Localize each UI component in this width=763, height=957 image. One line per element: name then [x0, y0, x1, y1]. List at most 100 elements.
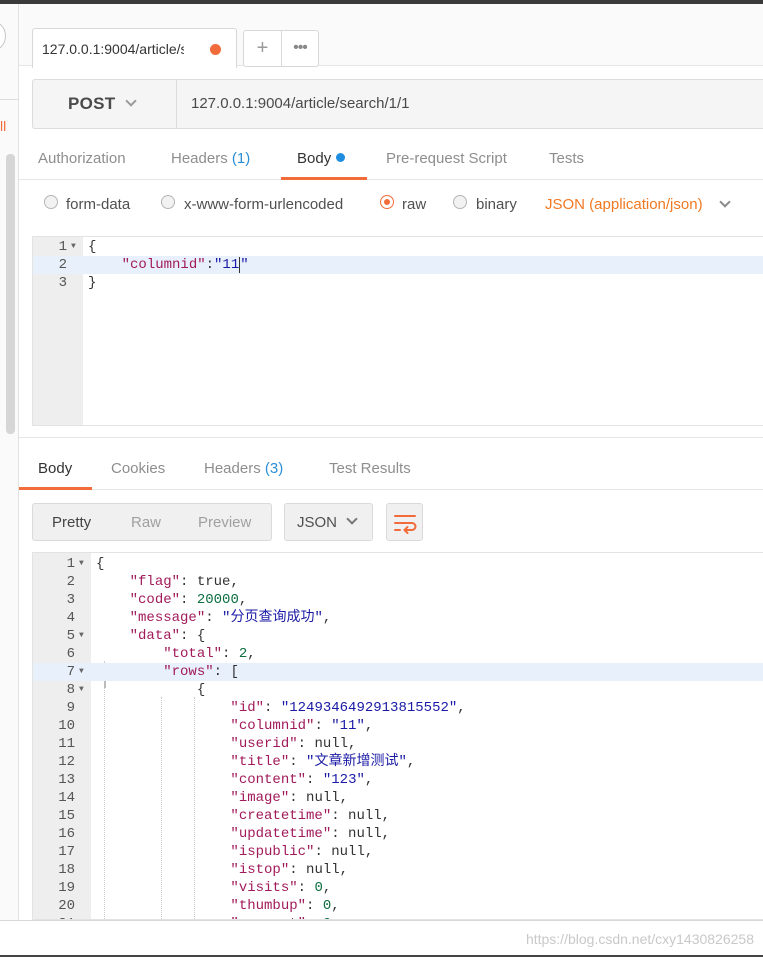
line-number: 1 — [58, 239, 67, 255]
response-code-line: 13 "content": "123", — [33, 771, 763, 789]
fold-arrow-icon[interactable]: ▼ — [79, 681, 84, 699]
line-number: 4 — [66, 610, 75, 626]
tab-authorization[interactable]: Authorization — [38, 150, 126, 167]
left-rail: ll — [0, 4, 19, 920]
code-text: "thumbup": 0, — [230, 898, 340, 914]
more-tabs-button[interactable]: ••• — [282, 31, 318, 66]
line-number: 2 — [66, 574, 75, 590]
resp-tab-test-results[interactable]: Test Results — [329, 460, 411, 477]
response-code-line: 7 ▼ "rows": [ — [33, 663, 763, 681]
rail-divider — [0, 99, 19, 100]
resp-tab-cookies[interactable]: Cookies — [111, 460, 165, 477]
radio-form-data[interactable] — [44, 195, 58, 209]
line-number: 1 — [66, 556, 75, 572]
response-code-line: 10 "columnid": "11", — [33, 717, 763, 735]
response-code-line: 1 ▼ { — [33, 555, 763, 573]
method-select[interactable]: POST — [33, 80, 177, 128]
tab-prerequest[interactable]: Pre-request Script — [386, 150, 507, 167]
footer: https://blog.csdn.net/cxy1430826258 — [0, 920, 763, 957]
code-text: "createtime": null, — [230, 808, 391, 824]
view-preview-button[interactable]: Preview — [198, 514, 251, 531]
line-number: 6 — [66, 646, 75, 662]
new-tab-button[interactable]: + — [244, 31, 282, 66]
url-input[interactable]: 127.0.0.1:9004/article/search/1/1 — [191, 95, 409, 112]
code-text: "ispublic": null, — [230, 844, 374, 860]
rail-toggle[interactable] — [0, 20, 6, 52]
response-body-viewer[interactable]: 1 ▼{2 "flag": true, 3 "code": 20000, 4 "mes… — [32, 552, 763, 920]
active-resp-tab-underline — [19, 487, 92, 490]
content-type-select[interactable]: JSON (application/json) — [545, 196, 703, 213]
radio-raw[interactable] — [380, 195, 394, 209]
response-tabs: Body Cookies Headers (3) Test Results — [19, 450, 763, 490]
tab-headers[interactable]: Headers (1) — [171, 150, 250, 167]
view-raw-button[interactable]: Raw — [131, 514, 161, 531]
request-body-editor[interactable]: 1 ▼{2 "columnid":"11" 3} — [32, 236, 763, 426]
code-text: "id": "1249346492913815552", — [230, 700, 466, 716]
code-text: "total": 2, — [163, 646, 256, 662]
request-tabs: Authorization Headers (1) Body Pre-reque… — [19, 140, 763, 180]
method-label: POST — [68, 94, 116, 113]
fold-arrow-icon[interactable]: ▼ — [79, 627, 84, 645]
request-code-line: 3} — [33, 274, 763, 292]
chevron-down-icon — [346, 513, 358, 525]
label-urlencoded: x-www-form-urlencoded — [184, 196, 344, 213]
view-mode-group: Pretty Raw Preview — [32, 503, 272, 541]
code-text: "title": "文章新增测试", — [230, 754, 416, 770]
request-tab[interactable]: 127.0.0.1:9004/article/search/1/1 — [32, 28, 237, 68]
line-number: 10 — [58, 718, 75, 734]
code-text: "userid": null, — [230, 736, 357, 752]
watermark: https://blog.csdn.net/cxy1430826258 — [525, 931, 754, 947]
response-code-line: 8 ▼ { — [33, 681, 763, 699]
response-code-line: 14 "image": null, — [33, 789, 763, 807]
wrap-lines-button[interactable] — [386, 503, 423, 541]
line-number: 5 — [66, 628, 75, 644]
line-number: 14 — [58, 790, 75, 806]
line-number: 13 — [58, 772, 75, 788]
response-code-line: 9 "id": "1249346492913815552", — [33, 699, 763, 717]
body-type-options: form-data x-www-form-urlencoded raw bina… — [19, 185, 763, 227]
unsaved-dot-icon — [210, 44, 221, 55]
line-number: 2 — [58, 257, 67, 273]
response-code-line: 18 "istop": null, — [33, 861, 763, 879]
line-number: 7 — [66, 664, 75, 680]
view-pretty-button[interactable]: Pretty — [52, 514, 91, 531]
response-code-line: 15 "createtime": null, — [33, 807, 763, 825]
code-text: "flag": true, — [129, 574, 239, 590]
radio-urlencoded[interactable] — [161, 195, 175, 209]
tab-body-label: Body — [297, 150, 332, 167]
code-text: } — [88, 275, 97, 291]
fold-arrow-icon[interactable]: ▼ — [79, 663, 84, 681]
response-code-line: 17 "ispublic": null, — [33, 843, 763, 861]
resp-tab-headers-count: (3) — [264, 460, 284, 477]
chevron-down-icon — [125, 95, 137, 107]
tab-headers-count: (1) — [231, 150, 251, 167]
chevron-down-icon — [719, 196, 731, 208]
code-text: "visits": 0, — [230, 880, 332, 896]
radio-binary[interactable] — [453, 195, 467, 209]
active-tab-underline — [281, 177, 367, 180]
tab-tests[interactable]: Tests — [549, 150, 584, 167]
line-number: 20 — [58, 898, 75, 914]
code-text: "columnid": "11", — [230, 718, 374, 734]
resp-tab-body[interactable]: Body — [38, 460, 72, 477]
fold-arrow-icon[interactable]: ▼ — [79, 555, 84, 573]
label-raw: raw — [402, 196, 427, 213]
label-form-data: form-data — [66, 196, 131, 213]
wrap-lines-icon — [394, 515, 417, 534]
tab-body[interactable]: Body — [297, 150, 346, 167]
rail-scrollbar[interactable] — [6, 154, 15, 434]
response-code-line: 2 "flag": true, — [33, 573, 763, 591]
fold-arrow-icon[interactable]: ▼ — [71, 238, 76, 256]
resp-tab-headers[interactable]: Headers (3) — [204, 460, 283, 477]
rail-indicator: ll — [0, 118, 7, 134]
code-text: { — [96, 682, 206, 698]
request-code-line: 2 "columnid":"11" — [33, 256, 763, 274]
code-text: "columnid":"11" — [121, 257, 249, 273]
code-text: "rows": [ — [163, 664, 239, 680]
format-select[interactable]: JSON — [284, 503, 373, 541]
line-number: 15 — [58, 808, 75, 824]
response-code-line: 16 "updatetime": null, — [33, 825, 763, 843]
code-text: "data": { — [129, 628, 206, 644]
request-tab-bar: 127.0.0.1:9004/article/search/1/1 + ••• — [19, 4, 763, 68]
tab-actions: + ••• — [243, 30, 319, 67]
